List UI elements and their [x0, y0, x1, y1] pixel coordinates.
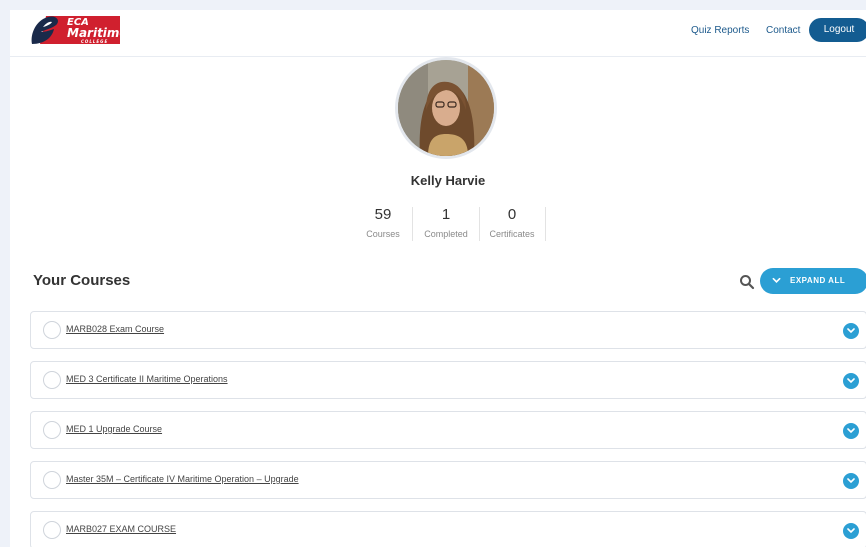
- course-title-link[interactable]: MARB028 Exam Course: [66, 324, 164, 334]
- course-status-circle[interactable]: [43, 421, 61, 439]
- nav-contact-link[interactable]: Contact: [766, 25, 800, 36]
- logo-text-line-2: Maritime: [67, 26, 128, 40]
- logout-button[interactable]: Logout: [809, 18, 866, 42]
- chevron-down-icon: [847, 428, 855, 434]
- search-icon[interactable]: [739, 274, 755, 290]
- course-status-circle[interactable]: [43, 521, 61, 539]
- stat-courses: 59 Courses: [363, 206, 403, 239]
- course-status-circle[interactable]: [43, 321, 61, 339]
- course-status-circle[interactable]: [43, 371, 61, 389]
- logo-text: ECA Maritime COLLEGE: [67, 17, 128, 45]
- course-title-link[interactable]: MED 3 Certificate II Maritime Operations: [66, 374, 228, 384]
- profile-avatar: [395, 57, 497, 159]
- course-expand-toggle[interactable]: [843, 473, 859, 489]
- nav-quiz-reports-link[interactable]: Quiz Reports: [691, 25, 749, 36]
- course-expand-toggle[interactable]: [843, 323, 859, 339]
- stat-divider: [479, 207, 480, 241]
- stat-divider: [545, 207, 546, 241]
- chevron-down-icon: [847, 478, 855, 484]
- course-row[interactable]: MED 1 Upgrade Course: [30, 411, 866, 449]
- stat-certificates-value: 0: [507, 206, 517, 223]
- stat-certificates-label: Certificates: [489, 229, 535, 239]
- course-row[interactable]: Master 35M – Certificate IV Maritime Ope…: [30, 461, 866, 499]
- course-expand-toggle[interactable]: [843, 523, 859, 539]
- chevron-down-icon: [847, 378, 855, 384]
- course-row[interactable]: MARB028 Exam Course: [30, 311, 866, 349]
- course-title-link[interactable]: Master 35M – Certificate IV Maritime Ope…: [66, 474, 299, 484]
- stat-divider: [412, 207, 413, 241]
- chevron-down-icon: [847, 528, 855, 534]
- stat-completed-label: Completed: [424, 229, 468, 239]
- course-row[interactable]: MED 3 Certificate II Maritime Operations: [30, 361, 866, 399]
- stat-completed: 1 Completed: [418, 206, 474, 239]
- avatar-photo: [398, 60, 494, 156]
- course-status-circle[interactable]: [43, 471, 61, 489]
- expand-all-label: EXPAND ALL: [790, 276, 846, 285]
- course-expand-toggle[interactable]: [843, 423, 859, 439]
- profile-name: Kelly Harvie: [410, 173, 486, 188]
- top-header: ECA Maritime COLLEGE Quiz Reports Contac…: [10, 10, 866, 57]
- course-row[interactable]: MARB027 EXAM COURSE: [30, 511, 866, 547]
- stat-completed-value: 1: [441, 206, 451, 223]
- course-title-link[interactable]: MARB027 EXAM COURSE: [66, 524, 176, 534]
- course-title-link[interactable]: MED 1 Upgrade Course: [66, 424, 162, 434]
- chevron-down-icon: [772, 277, 781, 283]
- page: ECA Maritime COLLEGE Quiz Reports Contac…: [10, 10, 866, 547]
- stat-certificates: 0 Certificates: [484, 206, 540, 239]
- your-courses-heading: Your Courses: [33, 272, 131, 289]
- expand-all-button[interactable]: EXPAND ALL: [760, 268, 866, 294]
- eca-maritime-logo[interactable]: ECA Maritime COLLEGE: [30, 14, 128, 46]
- course-expand-toggle[interactable]: [843, 373, 859, 389]
- stat-courses-value: 59: [374, 206, 392, 223]
- stat-courses-label: Courses: [366, 229, 400, 239]
- chevron-down-icon: [847, 328, 855, 334]
